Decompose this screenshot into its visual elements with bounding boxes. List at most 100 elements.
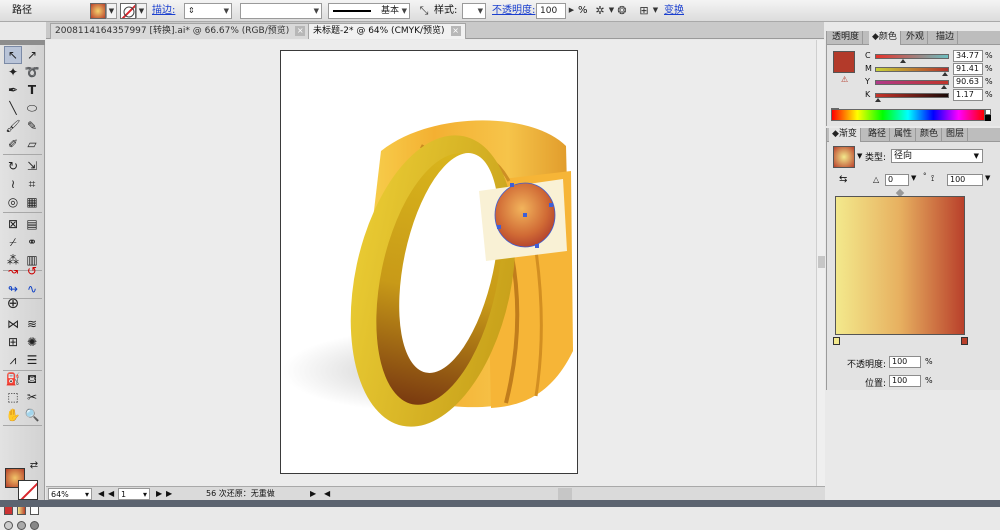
align-dropdown-arrow[interactable]: ▼ (650, 3, 661, 19)
blue-wave-tool-icon[interactable]: ∿ (23, 280, 41, 298)
line-tool-icon[interactable]: ╲ (4, 99, 22, 117)
scroll-left-arrow[interactable]: ◀ (324, 488, 330, 500)
tab-color[interactable]: ◆颜色 (869, 31, 901, 45)
warp-tool-icon[interactable]: ≀ (4, 175, 22, 193)
eraser-tool-icon[interactable]: ▱ (23, 135, 41, 153)
stroke-weight-field[interactable]: ⇕ ▼ (184, 3, 232, 19)
red-arc-tool-icon[interactable]: ↺ (23, 262, 41, 280)
tab-layers[interactable]: 图层 (943, 128, 969, 142)
scroll-thumb[interactable] (818, 256, 825, 268)
tab-transparency[interactable]: 透明度 (829, 31, 864, 45)
none-mode-icon[interactable] (30, 506, 39, 515)
variable-width-profile-field[interactable]: ▼ (240, 3, 322, 19)
gradient-type-select[interactable]: 径向 ▼ (891, 149, 983, 163)
stroke-swatch[interactable] (18, 480, 38, 500)
stop-location-input[interactable]: 100 (889, 375, 921, 387)
reverse-gradient-icon[interactable]: ⇆ (839, 174, 847, 185)
lasso-tool-icon[interactable]: ➰ (23, 63, 41, 81)
transform-link[interactable]: 变换 (664, 3, 684, 19)
angle-input[interactable]: 0 (885, 174, 909, 186)
gradient-tool-icon[interactable]: ▤ (23, 215, 41, 233)
vertical-scrollbar[interactable] (816, 40, 825, 486)
warp-envelope-tool-icon[interactable]: ≋ (23, 315, 41, 333)
close-icon[interactable]: × (450, 25, 461, 36)
artboard-tool-icon[interactable]: ⬚ (4, 388, 22, 406)
slice-grid-tool-icon[interactable]: ⊞ (4, 333, 22, 351)
black-input[interactable]: 1.17 (953, 89, 983, 101)
type-tool-icon[interactable]: T (23, 81, 41, 99)
style-swatch-field[interactable]: ▼ (462, 3, 486, 19)
aspect-dropdown-arrow[interactable]: ▼ (985, 174, 990, 182)
black-swatch[interactable] (985, 115, 991, 121)
prev-artboard-icon[interactable]: ◀ (108, 488, 114, 500)
slider-pin[interactable] (900, 59, 906, 63)
cyan-track[interactable] (875, 54, 949, 59)
horizontal-scroll-thumb[interactable] (558, 488, 572, 500)
tab-gradient[interactable]: ◆渐变 (829, 128, 861, 142)
anchor-point[interactable] (549, 203, 553, 207)
opacity-label-link[interactable]: 不透明度: (492, 3, 535, 19)
tab-pathfinder[interactable]: 路径 (865, 128, 891, 142)
anchor-point[interactable] (535, 244, 539, 248)
pen-tool-icon[interactable]: ✒ (4, 81, 22, 99)
slider-pin[interactable] (941, 85, 947, 89)
zoom-field[interactable]: 64% ▾ (48, 488, 92, 500)
pencil-tool-icon[interactable]: ✎ (23, 117, 41, 135)
opacity-field[interactable]: 100 (536, 3, 566, 19)
distribute-tool-icon[interactable]: ☰ (23, 351, 41, 369)
draw-normal-icon[interactable] (4, 521, 13, 530)
eyedropper-tool-icon[interactable]: ⌿ (4, 233, 22, 251)
scale-tool-icon[interactable]: ⇲ (23, 157, 41, 175)
artboard-number-field[interactable]: 1 ▾ (118, 488, 150, 500)
blob-brush-tool-icon[interactable]: ✐ (4, 135, 22, 153)
perspective-grid-tool-icon[interactable]: ▦ (23, 193, 41, 211)
black-track[interactable] (875, 93, 949, 98)
blend-tool-icon[interactable]: ⚭ (23, 233, 41, 251)
draw-inside-icon[interactable] (30, 521, 39, 530)
ellipse-tool-icon[interactable]: ⬭ (23, 99, 41, 117)
gradient-stop-left[interactable] (833, 337, 840, 345)
color-spectrum-bar[interactable] (831, 109, 985, 121)
center-point[interactable] (523, 213, 527, 217)
fit-icon[interactable]: ⤡ (416, 3, 432, 19)
artboard[interactable] (280, 50, 578, 474)
aspect-ratio-input[interactable]: 100 (947, 174, 983, 186)
yellow-input[interactable]: 90.63 (953, 76, 983, 88)
gradient-stop-right[interactable] (961, 337, 968, 345)
zigzag-tool-icon[interactable]: ⩘ (4, 351, 22, 369)
canvas-area[interactable] (46, 40, 816, 486)
slider-pin[interactable] (942, 72, 948, 76)
fill-color-swatch[interactable] (90, 3, 106, 19)
crosshair-tool-icon[interactable]: ⊕ (4, 294, 22, 312)
zoom-tool-icon[interactable]: 🔍 (23, 406, 41, 424)
slider-pin[interactable] (875, 98, 881, 102)
brush-definition-field[interactable]: 基本 ▼ (328, 3, 410, 19)
stop-opacity-input[interactable]: 100 (889, 356, 921, 368)
opacity-dropdown-arrow[interactable]: ▶ (566, 3, 577, 19)
last-artboard-icon[interactable]: ▶ (166, 488, 172, 500)
stroke-label-link[interactable]: 描边: (152, 3, 175, 19)
draw-behind-icon[interactable] (17, 521, 26, 530)
next-artboard-icon[interactable]: ▶ (156, 488, 162, 500)
tab-attributes[interactable]: 属性 (891, 128, 917, 142)
live-paint-select-tool-icon[interactable]: ⛾ (23, 370, 41, 388)
anchor-point[interactable] (510, 183, 514, 187)
first-artboard-icon[interactable]: ◀ (98, 488, 104, 500)
tab-color-2[interactable]: 颜色 (917, 128, 943, 142)
twirl-tool-icon[interactable]: ✺ (23, 333, 41, 351)
current-color-swatch[interactable] (833, 51, 855, 73)
tab-stroke[interactable]: 描边 (933, 31, 959, 45)
paintbrush-tool-icon[interactable]: 🖌 (4, 117, 22, 135)
free-transform-tool-icon[interactable]: ⌗ (23, 175, 41, 193)
rotate-tool-icon[interactable]: ↻ (4, 157, 22, 175)
gradient-preview-swatch[interactable] (833, 146, 855, 168)
swap-fill-stroke-icon[interactable]: ⇄ (28, 460, 40, 472)
live-paint-tool-icon[interactable]: ⛽ (4, 370, 22, 388)
selection-tool-icon[interactable]: ↖ (4, 46, 22, 64)
gradient-slider-preview[interactable] (835, 196, 965, 335)
tab-appearance[interactable]: 外观 (903, 31, 929, 45)
status-menu-arrow[interactable]: ▶ (310, 488, 316, 500)
yellow-track[interactable] (875, 80, 949, 85)
panel-grip[interactable] (0, 40, 45, 45)
gamut-warning-icon[interactable]: ⚠ (841, 75, 848, 84)
